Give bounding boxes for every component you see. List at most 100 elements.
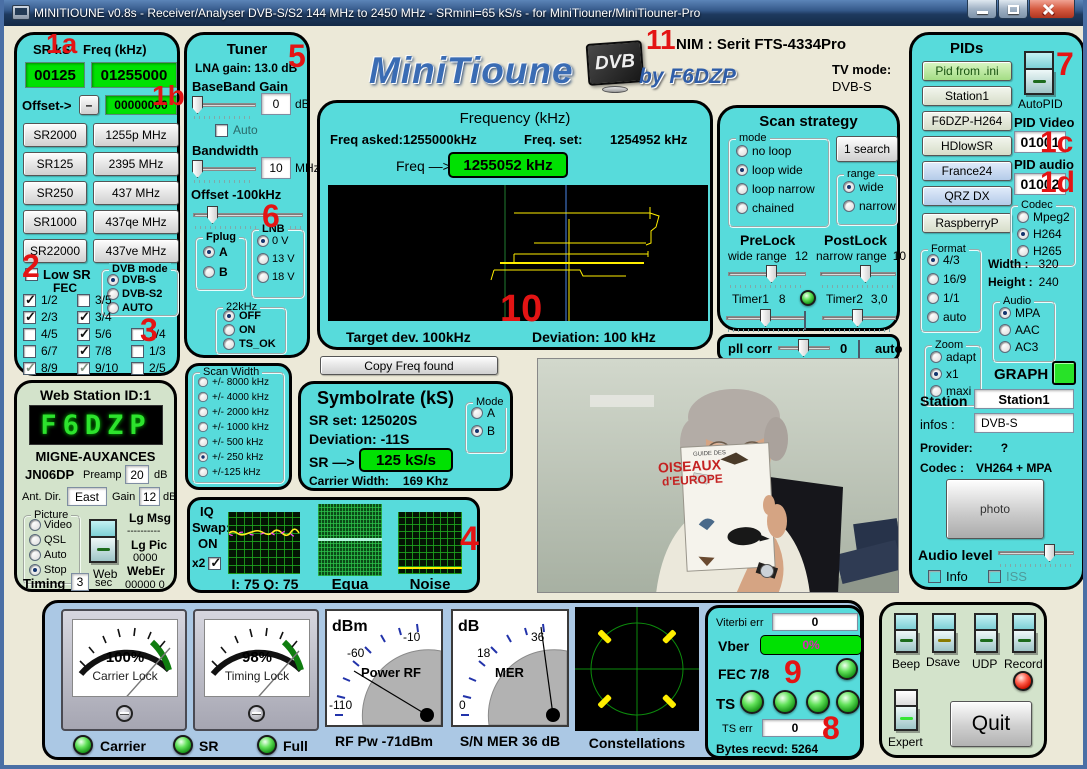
format-43-row[interactable]: 4/3 [927, 253, 960, 267]
format-auto-radio[interactable] [927, 311, 939, 323]
fec-7-8-checkbox[interactable] [77, 345, 90, 358]
range-narrow-row[interactable]: narrow [843, 199, 896, 213]
one-search-button[interactable]: 1 search [836, 136, 898, 162]
mode-loopnarrow-radio[interactable] [736, 183, 748, 195]
picture-stop-radio[interactable] [29, 564, 41, 576]
baseband-gain-slider[interactable] [192, 95, 256, 115]
sw-1000-row[interactable]: +/- 1000 kHz [197, 421, 269, 433]
timer2-slider[interactable] [822, 308, 896, 328]
iss-checkbox[interactable] [988, 570, 1001, 583]
sw-250-row[interactable]: +/- 250 kHz [197, 451, 263, 463]
picture-qsl-row[interactable]: QSL [29, 534, 66, 546]
record-toggle[interactable] [1012, 613, 1036, 653]
baseband-auto-row[interactable]: Auto [215, 123, 258, 137]
preset-2395-button[interactable]: 2395 MHz [93, 152, 179, 176]
sw-4000-row[interactable]: +/- 4000 kHz [197, 391, 269, 403]
raspberryp-button[interactable]: RaspberryP [922, 213, 1012, 233]
range-wide-row[interactable]: wide [843, 180, 884, 194]
maximize-button[interactable] [998, 0, 1028, 19]
fec-6-7-checkbox[interactable] [23, 345, 36, 358]
gain-field[interactable]: 12 [139, 487, 160, 506]
fec-8-9-row[interactable]: 8/9 [23, 361, 58, 375]
lnb-18v-row[interactable]: 18 V [257, 271, 295, 283]
sr-value-field[interactable]: 00125 [25, 62, 85, 88]
codec-mpeg2-row[interactable]: Mpeg2 [1017, 210, 1070, 224]
picture-video-row[interactable]: Video [29, 519, 72, 531]
fec-1-2-checkbox[interactable] [23, 294, 36, 307]
baseband-auto-checkbox[interactable] [215, 124, 228, 137]
fec-2-5-row[interactable]: 2/5 [131, 361, 166, 375]
sym-mode-a-row[interactable]: A [471, 406, 495, 420]
picture-stop-row[interactable]: Stop [29, 564, 67, 576]
codec-h265-row[interactable]: H265 [1017, 244, 1062, 258]
tone-off-row[interactable]: OFF [223, 310, 261, 322]
bandwidth-value[interactable]: 10 [261, 157, 291, 179]
title-bar[interactable]: MINITIOUNE v0.8s - Receiver/Analyser DVB… [4, 0, 1083, 26]
beep-toggle[interactable] [894, 613, 918, 653]
sw-8000-row[interactable]: +/- 8000 kHz [197, 376, 269, 388]
ant-dir-field[interactable]: East [67, 487, 107, 506]
fec-4-5-row[interactable]: 4/5 [23, 327, 58, 341]
copy-freq-found-button[interactable]: Copy Freq found [320, 356, 498, 375]
station1-button[interactable]: Station1 [922, 86, 1012, 106]
fec-3-5-row[interactable]: 3/5 [77, 293, 112, 307]
france24-button[interactable]: France24 [922, 161, 1012, 181]
codec-h264-radio[interactable] [1017, 228, 1029, 240]
range-narrow-radio[interactable] [843, 200, 855, 212]
codec-mpeg2-radio[interactable] [1017, 211, 1029, 223]
tone-off-radio[interactable] [223, 310, 235, 322]
dvb-s2-radio-row[interactable]: DVB-S2 [107, 288, 162, 300]
scan-checkbox[interactable] [804, 311, 806, 330]
web-toggle[interactable] [89, 519, 117, 563]
fec-5-6-row[interactable]: 5/6 [77, 327, 112, 341]
sym-mode-b-row[interactable]: B [471, 424, 495, 438]
timing-meter-knob[interactable] [248, 705, 265, 722]
lnb-13v-row[interactable]: 13 V [257, 253, 295, 265]
expert-toggle[interactable] [894, 689, 918, 731]
format-43-radio[interactable] [927, 254, 939, 266]
udp-toggle[interactable] [974, 613, 998, 653]
pll-corr-slider[interactable] [778, 338, 830, 358]
timer1-slider[interactable] [726, 308, 806, 328]
lnb-0v-radio[interactable] [257, 235, 269, 247]
fec-8-9-checkbox[interactable] [23, 362, 36, 375]
baseband-gain-value[interactable]: 0 [261, 93, 291, 115]
zoom-x1-row[interactable]: x1 [930, 367, 959, 381]
tone-on-row[interactable]: ON [223, 324, 256, 336]
tone-tsok-radio[interactable] [223, 338, 235, 350]
fec-9-10-checkbox[interactable] [77, 362, 90, 375]
mode-chained-radio[interactable] [736, 202, 748, 214]
picture-video-radio[interactable] [29, 519, 41, 531]
preamp-field[interactable]: 20 [125, 465, 149, 484]
zoom-x1-radio[interactable] [930, 368, 942, 380]
iss-checkbox-row[interactable]: ISS [988, 569, 1027, 584]
format-11-radio[interactable] [927, 292, 939, 304]
dvb-s-radio-row[interactable]: DVB-S [107, 274, 156, 286]
fec-1-2-row[interactable]: 1/2 [23, 293, 58, 307]
hdlowsr-button[interactable]: HDlowSR [922, 136, 1012, 156]
close-button[interactable] [1029, 0, 1075, 19]
sw-500-row[interactable]: +/- 500 kHz [197, 436, 263, 448]
range-wide-radio[interactable] [843, 181, 855, 193]
dvb-s-radio[interactable] [107, 274, 119, 286]
zoom-adapt-radio[interactable] [930, 351, 942, 363]
audio-ac3-row[interactable]: AC3 [999, 340, 1038, 354]
graph-button[interactable] [1052, 361, 1076, 385]
audio-aac-row[interactable]: AAC [999, 323, 1040, 337]
audio-mpa-radio[interactable] [999, 307, 1011, 319]
mode-loopwide-radio[interactable] [736, 164, 748, 176]
codec-h264-row[interactable]: H264 [1017, 227, 1062, 241]
fec-9-10-row[interactable]: 9/10 [77, 361, 118, 375]
codec-h265-radio[interactable] [1017, 245, 1029, 257]
sw-500-radio[interactable] [198, 437, 208, 447]
fec-3-5-checkbox[interactable] [77, 294, 90, 307]
sw-8000-radio[interactable] [198, 377, 208, 387]
fec-2-3-checkbox[interactable] [23, 311, 36, 324]
prelock-slider[interactable] [728, 264, 806, 284]
sym-mode-a-radio[interactable] [471, 407, 483, 419]
lnb-13v-radio[interactable] [257, 253, 269, 265]
timing-field[interactable]: 3 [71, 573, 89, 591]
autopid-toggle[interactable] [1024, 51, 1054, 95]
bandwidth-slider[interactable] [192, 159, 256, 179]
sw-2000-row[interactable]: +/- 2000 kHz [197, 406, 269, 418]
